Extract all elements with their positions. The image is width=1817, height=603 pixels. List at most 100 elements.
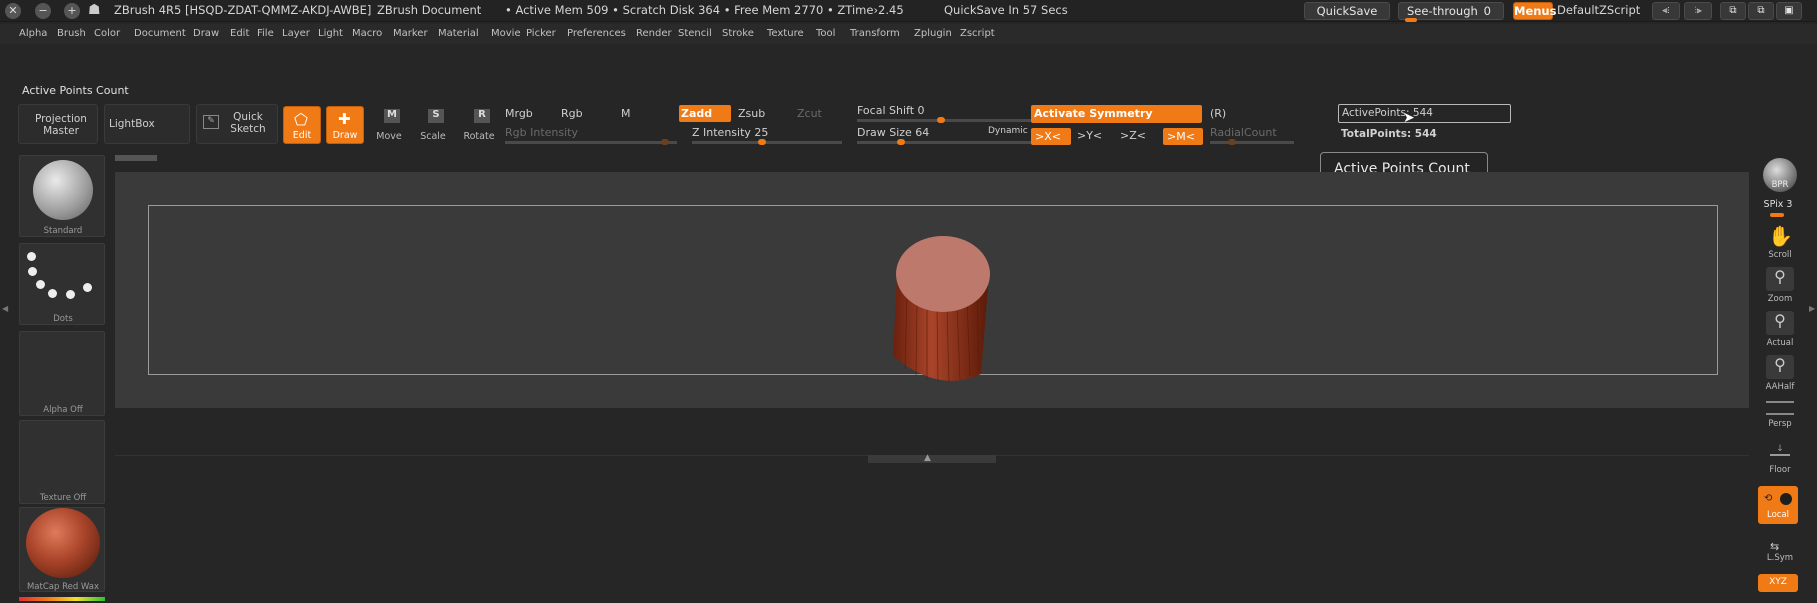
default-zscript-button[interactable]: DefaultZScript <box>1557 3 1640 17</box>
z-intensity-knob[interactable] <box>758 139 766 145</box>
menu-macro[interactable]: Macro <box>352 28 382 39</box>
layout-left-icon[interactable]: ⫷⫶ <box>1652 2 1680 20</box>
floor-button[interactable]: ↓ Floor <box>1760 440 1800 476</box>
local-button[interactable]: ⟲ Local <box>1758 486 1798 524</box>
spix-label[interactable]: SPix 3 <box>1758 199 1798 210</box>
edit-button[interactable]: ⬠ Edit <box>283 106 321 144</box>
zcut-button[interactable]: Zcut <box>797 107 822 120</box>
menu-tool[interactable]: Tool <box>816 28 835 39</box>
seethrough-slider[interactable]: See-through 0 <box>1398 2 1504 22</box>
menu-stroke[interactable]: Stroke <box>722 28 754 39</box>
mrgb-button[interactable]: Mrgb <box>505 107 533 120</box>
persp-button[interactable]: Persp <box>1760 400 1800 430</box>
zsub-button[interactable]: Zsub <box>738 107 765 120</box>
cylinder-mesh[interactable] <box>885 234 1015 394</box>
rgb-intensity-slider[interactable] <box>505 139 677 145</box>
dynamic-toggle[interactable]: Dynamic <box>988 126 1028 136</box>
radial-count-knob[interactable] <box>1228 139 1236 145</box>
brush-thumbnail[interactable]: Standard <box>19 155 105 237</box>
bpr-button[interactable]: BPR <box>1760 156 1800 194</box>
menu-stencil[interactable]: Stencil <box>678 28 712 39</box>
window-restore-icon[interactable]: ⧉ <box>1748 2 1774 20</box>
m-symmetry-button[interactable]: >M< <box>1163 128 1203 145</box>
actual-button[interactable]: ⚲ Actual <box>1760 310 1800 352</box>
x-symmetry-button[interactable]: >X< <box>1031 128 1071 145</box>
draw-button[interactable]: ✚ Draw <box>326 106 364 144</box>
color-picker-strip[interactable] <box>19 597 105 601</box>
m-button[interactable]: M <box>621 107 631 120</box>
texture-thumbnail[interactable]: Texture Off <box>19 420 105 504</box>
activate-symmetry-button[interactable]: Activate Symmetry <box>1031 105 1202 123</box>
scale-button[interactable]: S Scale <box>414 108 452 144</box>
menu-document[interactable]: Document <box>134 28 186 39</box>
menu-render[interactable]: Render <box>636 28 672 39</box>
menu-file[interactable]: File <box>257 28 274 39</box>
quicksave-button[interactable]: QuickSave <box>1304 2 1390 20</box>
draw-size-slider[interactable] <box>857 139 1032 145</box>
menu-picker[interactable]: Picker <box>526 28 556 39</box>
lightbox-button[interactable]: LightBox <box>104 104 190 144</box>
menu-transform[interactable]: Transform <box>850 28 900 39</box>
window-layout-icon[interactable]: ⧉ <box>1720 2 1746 20</box>
alpha-thumbnail[interactable]: Alpha Off <box>19 331 105 416</box>
focal-shift-slider[interactable] <box>857 117 1032 123</box>
maximize-icon[interactable]: + <box>64 3 80 19</box>
window-panel-icon[interactable]: ▣ <box>1776 2 1802 20</box>
xyz-button[interactable]: XYZ <box>1758 574 1798 592</box>
projection-master-button[interactable]: Projection Master <box>18 104 98 144</box>
focal-shift-knob[interactable] <box>937 117 945 123</box>
close-icon[interactable]: ✕ <box>5 3 21 19</box>
radial-count-slider[interactable] <box>1210 139 1294 145</box>
stroke-thumbnail[interactable]: Dots <box>19 243 105 325</box>
menus-button[interactable]: Menus <box>1513 2 1556 20</box>
menu-brush[interactable]: Brush <box>57 28 86 39</box>
menu-material[interactable]: Material <box>438 28 479 39</box>
menu-layer[interactable]: Layer <box>282 28 310 39</box>
dot-icon <box>48 289 57 298</box>
lsym-button[interactable]: ⇆ L.Sym <box>1760 540 1800 564</box>
standard-brush-icon <box>33 160 93 220</box>
menu-alpha[interactable]: Alpha <box>19 28 47 39</box>
menu-preferences[interactable]: Preferences <box>567 28 626 39</box>
menu-texture[interactable]: Texture <box>767 28 804 39</box>
draw-size-knob[interactable] <box>897 139 905 145</box>
perspective-icon <box>1766 401 1794 415</box>
menu-edit[interactable]: Edit <box>230 28 249 39</box>
scroll-button[interactable]: ✋ Scroll <box>1760 222 1800 264</box>
menu-zscript[interactable]: Zscript <box>960 28 995 39</box>
menu-marker[interactable]: Marker <box>393 28 428 39</box>
left-tray-handle[interactable]: ◀ <box>0 250 10 380</box>
edit-label: Edit <box>292 130 312 141</box>
rgb-intensity-knob[interactable] <box>661 139 669 145</box>
y-symmetry-button[interactable]: >Y< <box>1077 129 1102 142</box>
move-button[interactable]: M Move <box>370 108 408 144</box>
spix-slider-knob[interactable] <box>1770 213 1784 217</box>
zadd-button[interactable]: Zadd <box>679 105 731 122</box>
menu-movie[interactable]: Movie <box>491 28 521 39</box>
focal-shift-label: Focal Shift 0 <box>857 104 925 117</box>
menu-color[interactable]: Color <box>94 28 120 39</box>
aahalf-button[interactable]: ⚲ AAHalf <box>1760 354 1800 396</box>
rgb-button[interactable]: Rgb <box>561 107 583 120</box>
menu-light[interactable]: Light <box>318 28 343 39</box>
menu-draw[interactable]: Draw <box>193 28 219 39</box>
layout-right-icon[interactable]: ⫶⫸ <box>1684 2 1712 20</box>
z-symmetry-button[interactable]: >Z< <box>1120 129 1146 142</box>
bottom-tray-handle[interactable]: ▲ <box>868 453 996 463</box>
right-tray-handle[interactable]: ▶ <box>1808 250 1816 380</box>
radial-r-button[interactable]: (R) <box>1210 107 1226 120</box>
material-thumbnail[interactable]: MatCap Red Wax <box>19 507 105 592</box>
canvas-scrollbar-indicator[interactable] <box>115 155 157 161</box>
menu-zplugin[interactable]: Zplugin <box>914 28 952 39</box>
zoom-button[interactable]: ⚲ Zoom <box>1760 266 1800 308</box>
minimize-icon[interactable]: − <box>35 3 51 19</box>
dot-icon <box>28 267 37 276</box>
quick-sketch-button[interactable]: ✎ Quick Sketch <box>196 104 278 144</box>
active-points-count[interactable]: ActivePoints: 544 <box>1338 104 1511 123</box>
z-intensity-slider[interactable] <box>692 139 842 145</box>
rotate-label: Rotate <box>463 131 495 142</box>
aahalf-label: AAHalf <box>1765 382 1795 392</box>
document-canvas[interactable] <box>115 172 1749 408</box>
rotate-button[interactable]: R Rotate <box>458 108 500 144</box>
dot-icon <box>66 290 75 299</box>
